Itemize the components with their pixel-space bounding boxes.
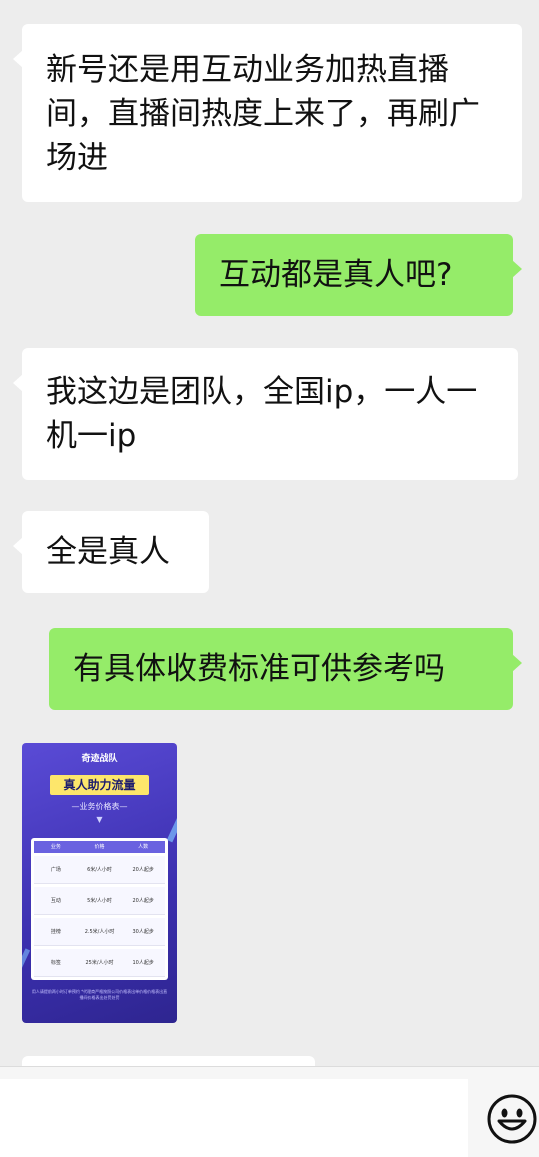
decor-stripe bbox=[22, 948, 31, 978]
message-text: 我这边是团队，全国ip，一人一机一ip bbox=[46, 374, 478, 454]
column-header: 业务 bbox=[50, 844, 61, 850]
table-cell: 挂榜 bbox=[50, 929, 61, 935]
smiley-face-icon[interactable] bbox=[486, 1093, 538, 1145]
incoming-message[interactable]: 全是真人 bbox=[13, 511, 209, 593]
card-brand: 奇迹战队 bbox=[81, 754, 118, 764]
outgoing-message[interactable]: 有具体收费标准可供参考吗 bbox=[49, 628, 522, 710]
message-text: 全是真人 bbox=[46, 534, 170, 570]
table-cell: 2.5米/人小时 bbox=[84, 929, 115, 935]
bubble-tail bbox=[512, 260, 522, 278]
bubble-tail bbox=[13, 374, 23, 392]
table-cell: 5米/人小时 bbox=[87, 898, 112, 904]
message-text: 新号还是用互动业务加热直播间，直播间热度上来了，再刷广场进 bbox=[46, 52, 480, 176]
table-row: 标签 25米/人小时 10人起步 bbox=[34, 949, 165, 977]
message-input[interactable] bbox=[0, 1079, 468, 1157]
column-header: 人数 bbox=[138, 844, 149, 850]
table-row: 广场 6米/人小时 20人起步 bbox=[34, 856, 165, 884]
chevron-down-icon: ▼ bbox=[96, 815, 103, 824]
bubble-tail bbox=[13, 50, 23, 68]
card-headline: 真人助力流量 bbox=[50, 775, 149, 795]
incoming-message[interactable]: 我这边是团队，全国ip，一人一机一ip bbox=[13, 348, 518, 480]
table-cell: 20人起步 bbox=[132, 898, 154, 904]
message-text: 互动都是真人吧? bbox=[219, 257, 453, 293]
price-table: 业务 价格 人数 广场 6米/人小时 20人起步 互动 5米/人小时 20人起步… bbox=[31, 838, 168, 980]
table-cell: 30人起步 bbox=[132, 929, 154, 935]
incoming-message[interactable]: 新号还是用互动业务加热直播间，直播间热度上来了，再刷广场进 bbox=[13, 24, 522, 202]
table-row: 互动 5米/人小时 20人起步 bbox=[34, 887, 165, 915]
table-header: 业务 价格 人数 bbox=[34, 841, 165, 853]
table-cell: 20人起步 bbox=[132, 867, 154, 873]
table-cell: 25米/人小时 bbox=[85, 960, 114, 966]
image-message-price-list[interactable]: 奇迹战队 真人助力流量 —业务价格表— ▼ 业务 价格 人数 广场 6米/人小时… bbox=[22, 743, 177, 1023]
card-subtitle: —业务价格表— bbox=[71, 802, 128, 811]
table-cell: 广场 bbox=[50, 867, 61, 873]
card-footer: 用人请提前两小时订单预约 *代理商严格按照公司价格表出单价格价格表出直播间价格表… bbox=[31, 989, 168, 1000]
bubble-tail bbox=[13, 537, 23, 555]
column-header: 价格 bbox=[94, 844, 105, 850]
table-cell: 10人起步 bbox=[132, 960, 154, 966]
table-row: 挂榜 2.5米/人小时 30人起步 bbox=[34, 918, 165, 946]
table-cell: 标签 bbox=[50, 960, 61, 966]
bubble-tail bbox=[512, 654, 522, 672]
outgoing-message[interactable]: 互动都是真人吧? bbox=[195, 234, 522, 316]
table-cell: 6米/人小时 bbox=[87, 867, 112, 873]
table-cell: 互动 bbox=[50, 898, 61, 904]
message-text: 有具体收费标准可供参考吗 bbox=[73, 651, 445, 687]
input-bar bbox=[0, 1066, 539, 1157]
